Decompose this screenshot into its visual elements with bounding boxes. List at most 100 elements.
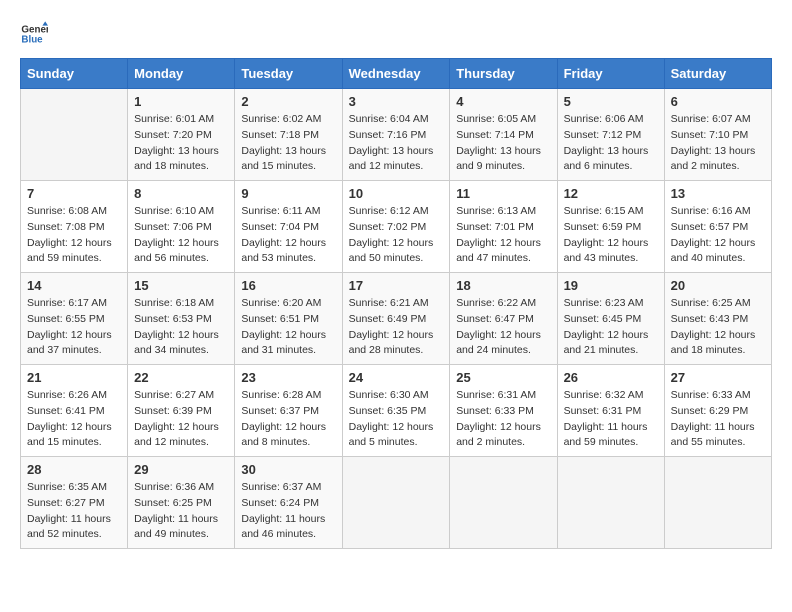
calendar-cell: 6 Sunrise: 6:07 AM Sunset: 7:10 PM Daylig… <box>664 89 771 181</box>
header-tuesday: Tuesday <box>235 59 342 89</box>
calendar-cell: 10 Sunrise: 6:12 AM Sunset: 7:02 PM Dayli… <box>342 181 450 273</box>
calendar-cell: 27 Sunrise: 6:33 AM Sunset: 6:29 PM Dayli… <box>664 365 771 457</box>
day-info: Sunrise: 6:21 AM Sunset: 6:49 PM Dayligh… <box>349 296 444 359</box>
calendar-week-4: 21 Sunrise: 6:26 AM Sunset: 6:41 PM Dayli… <box>21 365 772 457</box>
day-info: Sunrise: 6:17 AM Sunset: 6:55 PM Dayligh… <box>27 296 121 359</box>
day-info: Sunrise: 6:08 AM Sunset: 7:08 PM Dayligh… <box>27 204 121 267</box>
calendar-cell: 25 Sunrise: 6:31 AM Sunset: 6:33 PM Dayli… <box>450 365 557 457</box>
day-number: 6 <box>671 94 765 109</box>
day-info: Sunrise: 6:32 AM Sunset: 6:31 PM Dayligh… <box>564 388 658 451</box>
day-number: 11 <box>456 186 550 201</box>
day-number: 28 <box>27 462 121 477</box>
header-wednesday: Wednesday <box>342 59 450 89</box>
day-info: Sunrise: 6:25 AM Sunset: 6:43 PM Dayligh… <box>671 296 765 359</box>
calendar-cell: 24 Sunrise: 6:30 AM Sunset: 6:35 PM Dayli… <box>342 365 450 457</box>
day-info: Sunrise: 6:33 AM Sunset: 6:29 PM Dayligh… <box>671 388 765 451</box>
day-info: Sunrise: 6:06 AM Sunset: 7:12 PM Dayligh… <box>564 112 658 175</box>
day-number: 16 <box>241 278 335 293</box>
calendar-table: SundayMondayTuesdayWednesdayThursdayFrid… <box>20 58 772 549</box>
calendar-header-row: SundayMondayTuesdayWednesdayThursdayFrid… <box>21 59 772 89</box>
day-number: 8 <box>134 186 228 201</box>
day-number: 22 <box>134 370 228 385</box>
day-number: 14 <box>27 278 121 293</box>
calendar-cell <box>450 457 557 549</box>
day-number: 29 <box>134 462 228 477</box>
day-info: Sunrise: 6:31 AM Sunset: 6:33 PM Dayligh… <box>456 388 550 451</box>
calendar-cell: 29 Sunrise: 6:36 AM Sunset: 6:25 PM Dayli… <box>128 457 235 549</box>
day-info: Sunrise: 6:35 AM Sunset: 6:27 PM Dayligh… <box>27 480 121 543</box>
day-number: 19 <box>564 278 658 293</box>
day-number: 27 <box>671 370 765 385</box>
logo-icon: General Blue <box>20 20 48 48</box>
day-info: Sunrise: 6:26 AM Sunset: 6:41 PM Dayligh… <box>27 388 121 451</box>
calendar-cell: 2 Sunrise: 6:02 AM Sunset: 7:18 PM Daylig… <box>235 89 342 181</box>
calendar-cell: 30 Sunrise: 6:37 AM Sunset: 6:24 PM Dayli… <box>235 457 342 549</box>
page-header: General Blue <box>20 20 772 48</box>
day-number: 7 <box>27 186 121 201</box>
day-info: Sunrise: 6:12 AM Sunset: 7:02 PM Dayligh… <box>349 204 444 267</box>
calendar-cell: 20 Sunrise: 6:25 AM Sunset: 6:43 PM Dayli… <box>664 273 771 365</box>
calendar-week-3: 14 Sunrise: 6:17 AM Sunset: 6:55 PM Dayli… <box>21 273 772 365</box>
calendar-cell: 22 Sunrise: 6:27 AM Sunset: 6:39 PM Dayli… <box>128 365 235 457</box>
day-info: Sunrise: 6:07 AM Sunset: 7:10 PM Dayligh… <box>671 112 765 175</box>
svg-text:Blue: Blue <box>21 34 43 45</box>
day-info: Sunrise: 6:20 AM Sunset: 6:51 PM Dayligh… <box>241 296 335 359</box>
day-info: Sunrise: 6:10 AM Sunset: 7:06 PM Dayligh… <box>134 204 228 267</box>
day-number: 25 <box>456 370 550 385</box>
calendar-cell <box>557 457 664 549</box>
day-info: Sunrise: 6:37 AM Sunset: 6:24 PM Dayligh… <box>241 480 335 543</box>
day-info: Sunrise: 6:11 AM Sunset: 7:04 PM Dayligh… <box>241 204 335 267</box>
day-number: 4 <box>456 94 550 109</box>
calendar-cell: 1 Sunrise: 6:01 AM Sunset: 7:20 PM Daylig… <box>128 89 235 181</box>
day-info: Sunrise: 6:27 AM Sunset: 6:39 PM Dayligh… <box>134 388 228 451</box>
day-number: 3 <box>349 94 444 109</box>
day-info: Sunrise: 6:01 AM Sunset: 7:20 PM Dayligh… <box>134 112 228 175</box>
header-saturday: Saturday <box>664 59 771 89</box>
day-info: Sunrise: 6:30 AM Sunset: 6:35 PM Dayligh… <box>349 388 444 451</box>
day-number: 15 <box>134 278 228 293</box>
header-thursday: Thursday <box>450 59 557 89</box>
calendar-cell <box>21 89 128 181</box>
day-info: Sunrise: 6:22 AM Sunset: 6:47 PM Dayligh… <box>456 296 550 359</box>
calendar-cell: 8 Sunrise: 6:10 AM Sunset: 7:06 PM Daylig… <box>128 181 235 273</box>
day-info: Sunrise: 6:28 AM Sunset: 6:37 PM Dayligh… <box>241 388 335 451</box>
calendar-cell: 9Sunrise: 6:11 AM Sunset: 7:04 PM Daylig… <box>235 181 342 273</box>
day-number: 2 <box>241 94 335 109</box>
day-number: 23 <box>241 370 335 385</box>
calendar-cell: 4 Sunrise: 6:05 AM Sunset: 7:14 PM Daylig… <box>450 89 557 181</box>
calendar-cell: 17 Sunrise: 6:21 AM Sunset: 6:49 PM Dayli… <box>342 273 450 365</box>
calendar-cell: 12Sunrise: 6:15 AM Sunset: 6:59 PM Dayli… <box>557 181 664 273</box>
day-number: 30 <box>241 462 335 477</box>
calendar-week-2: 7 Sunrise: 6:08 AM Sunset: 7:08 PM Daylig… <box>21 181 772 273</box>
day-info: Sunrise: 6:23 AM Sunset: 6:45 PM Dayligh… <box>564 296 658 359</box>
day-info: Sunrise: 6:16 AM Sunset: 6:57 PM Dayligh… <box>671 204 765 267</box>
calendar-cell <box>664 457 771 549</box>
day-number: 17 <box>349 278 444 293</box>
day-info: Sunrise: 6:36 AM Sunset: 6:25 PM Dayligh… <box>134 480 228 543</box>
calendar-cell: 11 Sunrise: 6:13 AM Sunset: 7:01 PM Dayli… <box>450 181 557 273</box>
day-number: 1 <box>134 94 228 109</box>
day-number: 26 <box>564 370 658 385</box>
day-number: 20 <box>671 278 765 293</box>
header-sunday: Sunday <box>21 59 128 89</box>
day-info: Sunrise: 6:04 AM Sunset: 7:16 PM Dayligh… <box>349 112 444 175</box>
calendar-cell: 13Sunrise: 6:16 AM Sunset: 6:57 PM Dayli… <box>664 181 771 273</box>
calendar-cell: 7 Sunrise: 6:08 AM Sunset: 7:08 PM Daylig… <box>21 181 128 273</box>
day-info: Sunrise: 6:05 AM Sunset: 7:14 PM Dayligh… <box>456 112 550 175</box>
day-number: 24 <box>349 370 444 385</box>
day-number: 5 <box>564 94 658 109</box>
header-friday: Friday <box>557 59 664 89</box>
calendar-cell: 23 Sunrise: 6:28 AM Sunset: 6:37 PM Dayli… <box>235 365 342 457</box>
calendar-cell: 5 Sunrise: 6:06 AM Sunset: 7:12 PM Daylig… <box>557 89 664 181</box>
day-info: Sunrise: 6:02 AM Sunset: 7:18 PM Dayligh… <box>241 112 335 175</box>
day-number: 18 <box>456 278 550 293</box>
calendar-cell: 21 Sunrise: 6:26 AM Sunset: 6:41 PM Dayli… <box>21 365 128 457</box>
logo: General Blue <box>20 20 52 48</box>
day-info: Sunrise: 6:13 AM Sunset: 7:01 PM Dayligh… <box>456 204 550 267</box>
header-monday: Monday <box>128 59 235 89</box>
calendar-cell <box>342 457 450 549</box>
calendar-cell: 19 Sunrise: 6:23 AM Sunset: 6:45 PM Dayli… <box>557 273 664 365</box>
day-number: 10 <box>349 186 444 201</box>
calendar-week-1: 1 Sunrise: 6:01 AM Sunset: 7:20 PM Daylig… <box>21 89 772 181</box>
day-number: 21 <box>27 370 121 385</box>
